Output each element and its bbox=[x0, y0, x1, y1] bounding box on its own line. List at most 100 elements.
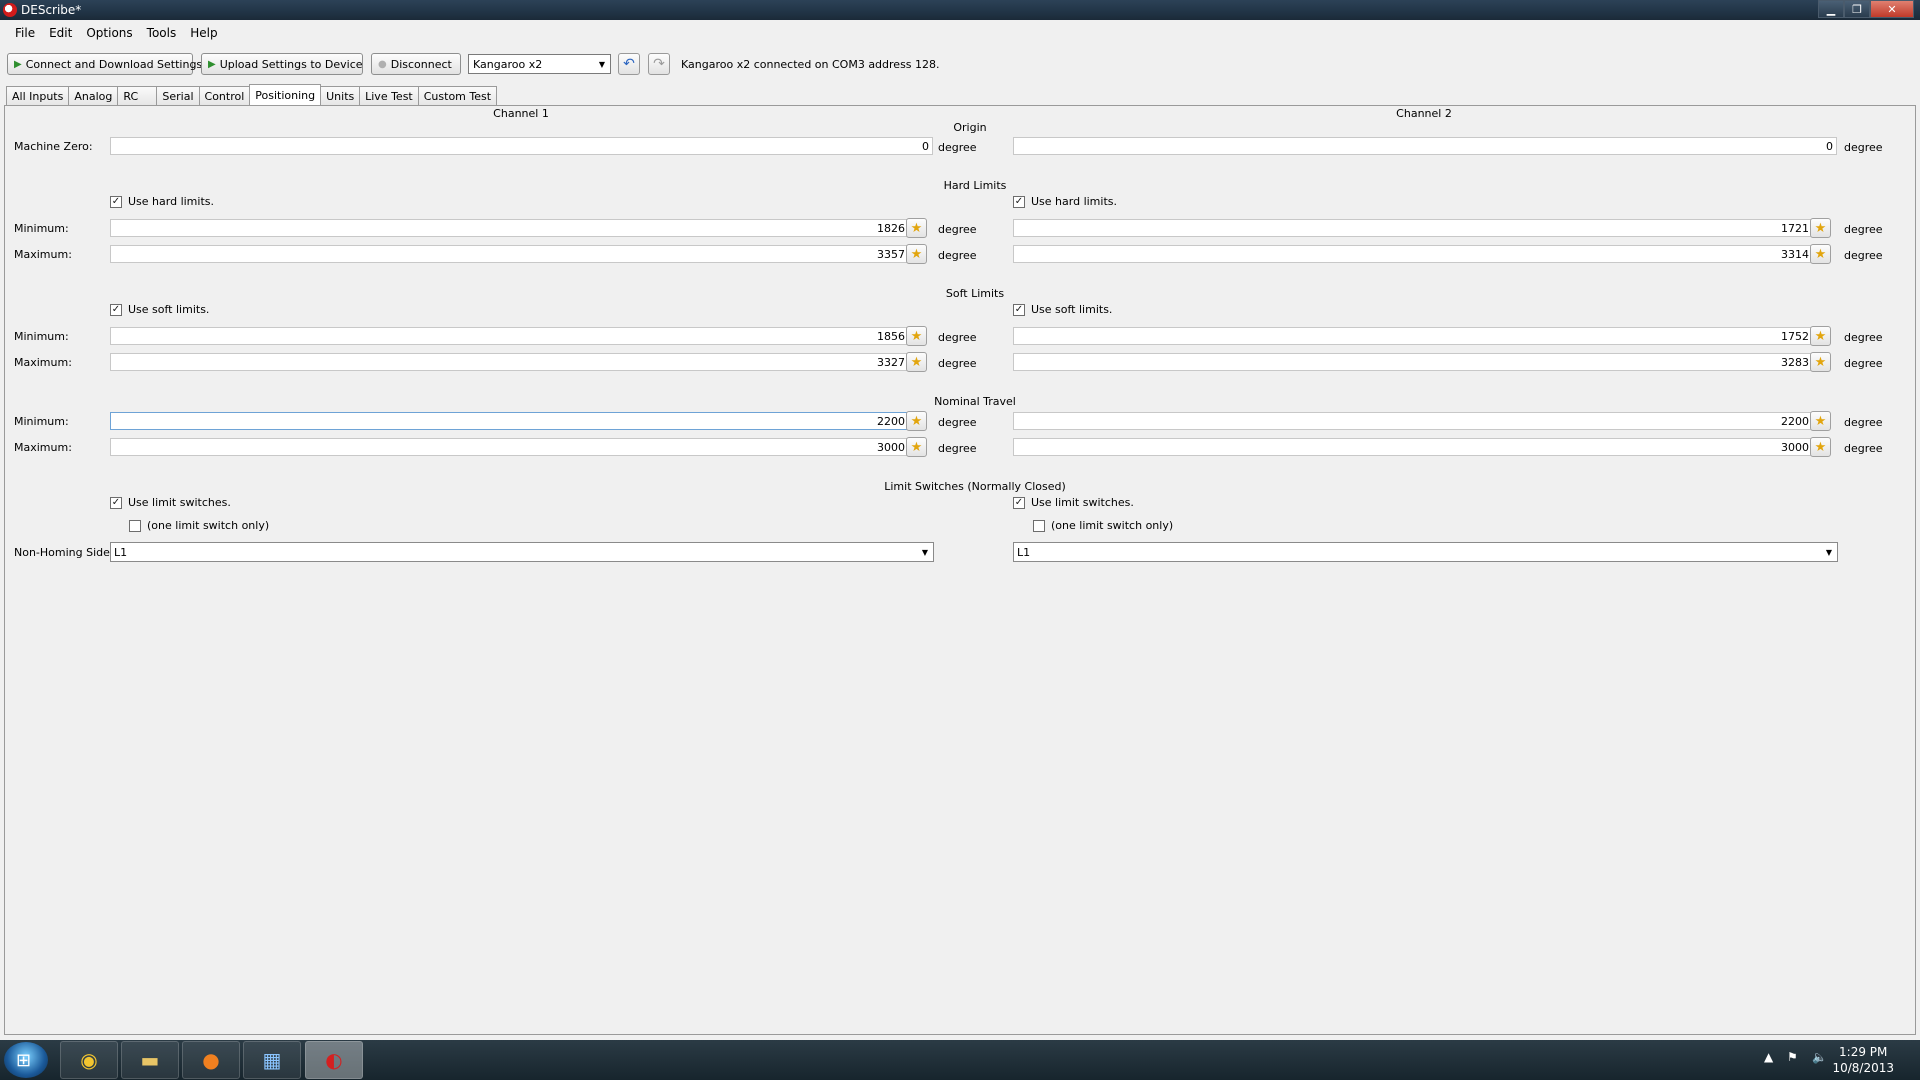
star-icon: ★ bbox=[1814, 354, 1827, 370]
ch2-soft-min-star-button[interactable]: ★ bbox=[1810, 326, 1831, 346]
ch1-soft-limits-check-icon: ✓ bbox=[110, 303, 122, 316]
ch1-limit-switches-check-icon: ✓ bbox=[110, 496, 122, 509]
taskbar-control-panel[interactable]: ▦ bbox=[243, 1041, 301, 1079]
ch1-non-homing-side-select[interactable]: L1 ▼ bbox=[110, 542, 934, 562]
ch2-hard-max-input[interactable]: 3314 bbox=[1013, 245, 1813, 263]
ch1-machine-zero-input[interactable]: 0 bbox=[110, 137, 933, 155]
ch1-soft-max-star-button[interactable]: ★ bbox=[906, 352, 927, 372]
ch1-soft-min-star-button[interactable]: ★ bbox=[906, 326, 927, 346]
ch2-nominal-max-input[interactable]: 3000 bbox=[1013, 438, 1813, 456]
undo-button[interactable]: ↶ bbox=[618, 53, 640, 75]
tab-analog[interactable]: Analog bbox=[68, 86, 119, 105]
ch2-hard-min-unit: degree bbox=[1844, 223, 1883, 236]
tab-units[interactable]: Units bbox=[320, 86, 361, 105]
taskbar-describe[interactable]: ◐ bbox=[305, 1041, 363, 1079]
positioning-panel: Channel 1 Channel 2 Origin Machine Zero:… bbox=[4, 105, 1916, 1035]
maximize-button[interactable]: ❐ bbox=[1844, 0, 1870, 18]
ch2-nominal-max-star-button[interactable]: ★ bbox=[1810, 437, 1831, 457]
ch2-soft-max-input[interactable]: 3283 bbox=[1013, 353, 1813, 371]
ch1-hard-min-input[interactable]: 1826 bbox=[110, 219, 909, 237]
taskbar-chrome[interactable]: ◉ bbox=[60, 1041, 118, 1079]
menu-edit[interactable]: Edit bbox=[42, 24, 79, 44]
ch2-nominal-min-star-button[interactable]: ★ bbox=[1810, 411, 1831, 431]
device-select[interactable]: Kangaroo x2 ▼ bbox=[468, 54, 611, 74]
tab-live-test[interactable]: Live Test bbox=[359, 86, 419, 105]
star-icon: ★ bbox=[910, 413, 923, 429]
ch1-one-limit-switch-checkbox[interactable]: (one limit switch only) bbox=[129, 519, 269, 532]
redo-button[interactable]: ↷ bbox=[648, 53, 670, 75]
star-icon: ★ bbox=[1814, 413, 1827, 429]
volume-icon[interactable]: 🔈 bbox=[1812, 1050, 1827, 1064]
star-icon: ★ bbox=[1814, 246, 1827, 262]
tab-custom-test[interactable]: Custom Test bbox=[417, 86, 498, 105]
upload-icon: ▶ bbox=[208, 58, 216, 70]
tab-control[interactable]: Control bbox=[198, 86, 251, 105]
taskbar-firefox[interactable]: ● bbox=[182, 1041, 240, 1079]
soft-min-label: Minimum: bbox=[14, 330, 69, 343]
upload-settings-button[interactable]: ▶ Upload Settings to Device bbox=[201, 53, 363, 75]
menu-options[interactable]: Options bbox=[79, 24, 139, 44]
channel1-heading: Channel 1 bbox=[493, 107, 549, 120]
ch2-hard-max-star-button[interactable]: ★ bbox=[1810, 244, 1831, 264]
windows-logo-icon: ⊞ bbox=[16, 1050, 32, 1071]
star-icon: ★ bbox=[910, 246, 923, 262]
machine-zero-label: Machine Zero: bbox=[14, 140, 93, 153]
ch2-hard-min-input[interactable]: 1721 bbox=[1013, 219, 1813, 237]
ch2-hard-min-star-button[interactable]: ★ bbox=[1810, 218, 1831, 238]
ch2-one-limit-switch-checkbox[interactable]: (one limit switch only) bbox=[1033, 519, 1173, 532]
limit-switches-section-title: Limit Switches (Normally Closed) bbox=[884, 480, 1066, 493]
non-homing-side-label: Non-Homing Side: bbox=[14, 546, 114, 559]
soft-max-label: Maximum: bbox=[14, 356, 72, 369]
ch1-hard-max-input[interactable]: 3357 bbox=[110, 245, 909, 263]
ch2-machine-zero-input[interactable]: 0 bbox=[1013, 137, 1837, 155]
ch1-nominal-min-star-button[interactable]: ★ bbox=[906, 411, 927, 431]
ch1-machine-zero-unit: degree bbox=[938, 141, 977, 154]
show-hidden-icons-button[interactable]: ▲ bbox=[1764, 1050, 1773, 1064]
ch2-soft-min-input[interactable]: 1752 bbox=[1013, 327, 1813, 345]
disconnect-button[interactable]: ● Disconnect bbox=[371, 53, 461, 75]
ch1-use-soft-limits-checkbox[interactable]: ✓ Use soft limits. bbox=[110, 303, 209, 316]
ch2-soft-max-star-button[interactable]: ★ bbox=[1810, 352, 1831, 372]
ch2-use-limit-switches-checkbox[interactable]: ✓ Use limit switches. bbox=[1013, 496, 1134, 509]
ch1-nominal-max-star-button[interactable]: ★ bbox=[906, 437, 927, 457]
taskbar-explorer[interactable]: ▬ bbox=[121, 1041, 179, 1079]
ch1-use-limit-switches-checkbox[interactable]: ✓ Use limit switches. bbox=[110, 496, 231, 509]
undo-icon: ↶ bbox=[623, 56, 635, 72]
ch1-soft-max-unit: degree bbox=[938, 357, 977, 370]
ch1-soft-min-input[interactable]: 1856 bbox=[110, 327, 909, 345]
start-button[interactable]: ⊞ bbox=[4, 1042, 48, 1078]
ch2-use-soft-limits-checkbox[interactable]: ✓ Use soft limits. bbox=[1013, 303, 1112, 316]
tab-serial[interactable]: Serial bbox=[156, 86, 200, 105]
connect-icon: ▶ bbox=[14, 58, 22, 70]
ch1-hard-max-star-button[interactable]: ★ bbox=[906, 244, 927, 264]
ch1-use-hard-limits-checkbox[interactable]: ✓ Use hard limits. bbox=[110, 195, 214, 208]
ch1-nominal-min-input[interactable]: 2200 bbox=[110, 412, 909, 430]
disconnect-icon: ● bbox=[378, 58, 387, 70]
action-center-flag-icon[interactable]: ⚑ bbox=[1787, 1050, 1798, 1064]
ch1-nominal-max-unit: degree bbox=[938, 442, 977, 455]
ch2-hard-limits-check-icon: ✓ bbox=[1013, 195, 1025, 208]
ch1-hard-min-unit: degree bbox=[938, 223, 977, 236]
menu-tools[interactable]: Tools bbox=[140, 24, 184, 44]
close-button[interactable]: ✕ bbox=[1870, 0, 1914, 18]
system-clock[interactable]: 1:29 PM 10/8/2013 bbox=[1832, 1044, 1894, 1076]
ch2-use-hard-limits-checkbox[interactable]: ✓ Use hard limits. bbox=[1013, 195, 1117, 208]
menu-help[interactable]: Help bbox=[183, 24, 224, 44]
menu-file[interactable]: File bbox=[8, 24, 42, 44]
ch2-nominal-min-unit: degree bbox=[1844, 416, 1883, 429]
ch1-nominal-max-input[interactable]: 3000 bbox=[110, 438, 909, 456]
redo-icon: ↷ bbox=[653, 56, 665, 72]
ch1-nominal-min-unit: degree bbox=[938, 416, 977, 429]
ch1-hard-min-star-button[interactable]: ★ bbox=[906, 218, 927, 238]
ch2-nominal-min-input[interactable]: 2200 bbox=[1013, 412, 1813, 430]
tab-rc[interactable]: RC bbox=[117, 86, 158, 105]
ch1-soft-max-input[interactable]: 3327 bbox=[110, 353, 909, 371]
tab-all-inputs[interactable]: All Inputs bbox=[6, 86, 70, 105]
ch1-soft-min-unit: degree bbox=[938, 331, 977, 344]
tab-positioning[interactable]: Positioning bbox=[249, 84, 322, 105]
minimize-button[interactable]: ▁ bbox=[1818, 0, 1844, 18]
ch2-non-homing-side-select[interactable]: L1 ▼ bbox=[1013, 542, 1838, 562]
connect-download-button[interactable]: ▶ Connect and Download Settings bbox=[7, 53, 202, 75]
title-bar: DEScribe* ▁ ❐ ✕ bbox=[0, 0, 1920, 20]
ch2-soft-limits-check-icon: ✓ bbox=[1013, 303, 1025, 316]
